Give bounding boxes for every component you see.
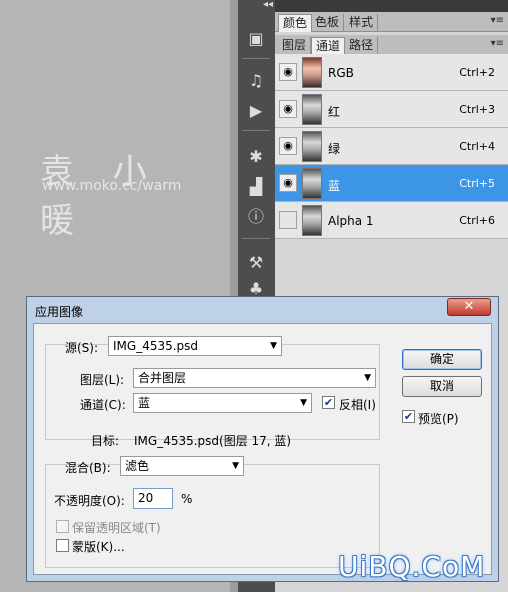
channel-thumbnail bbox=[302, 168, 322, 199]
watermark-url: www.moko.cc/warm bbox=[42, 178, 182, 194]
channel-name: 蓝 bbox=[328, 179, 341, 193]
channel-shortcut: Ctrl+4 bbox=[459, 140, 495, 153]
histogram-icon[interactable]: ▟ bbox=[244, 176, 268, 198]
panel-collapse-bar[interactable]: ◂◂ bbox=[263, 0, 508, 12]
opacity-input[interactable]: 20 bbox=[133, 488, 173, 509]
tab-color[interactable]: 颜色 bbox=[278, 14, 313, 32]
channel-shortcut: Ctrl+2 bbox=[459, 66, 495, 79]
source-value: IMG_4535.psd bbox=[113, 339, 199, 353]
close-button[interactable]: ✕ bbox=[447, 298, 491, 316]
preserve-transparency-checkbox[interactable] bbox=[56, 520, 69, 533]
tab-styles[interactable]: 样式 bbox=[345, 14, 379, 32]
collapse-icon[interactable]: ◂◂ bbox=[263, 0, 273, 10]
channel-row-rgb[interactable]: ◉ RGB Ctrl+2 bbox=[275, 54, 508, 91]
channel-name: RGB bbox=[328, 66, 354, 80]
invert-label: 反相(I) bbox=[339, 398, 376, 412]
blending-select[interactable]: 滤色 ▼ bbox=[120, 456, 244, 476]
channel-row-alpha[interactable]: Alpha 1 Ctrl+6 bbox=[275, 202, 508, 239]
tab-swatches[interactable]: 色板 bbox=[311, 14, 345, 32]
channel-thumbnail bbox=[302, 94, 322, 125]
dialog-body: 源(S): IMG_4535.psd ▼ 图层(L): 合并图层 ▼ 通道(C)… bbox=[33, 323, 492, 575]
layer-label: 图层(L): bbox=[80, 373, 125, 387]
channel-value: 蓝 bbox=[138, 396, 151, 410]
invert-checkbox[interactable]: ✔ bbox=[322, 396, 335, 409]
layer-value: 合并图层 bbox=[138, 371, 187, 385]
brand-watermark: UiBQ.CoM bbox=[338, 550, 486, 583]
channel-row-red[interactable]: ◉ 红 Ctrl+3 bbox=[275, 91, 508, 128]
visibility-eye-icon[interactable]: ◉ bbox=[279, 63, 297, 81]
play-icon[interactable]: ▶ bbox=[244, 100, 268, 122]
mask-label: 蒙版(K)... bbox=[72, 540, 125, 554]
channel-name: 绿 bbox=[328, 142, 341, 156]
dialog-title: 应用图像 bbox=[35, 305, 84, 319]
preview-label: 预览(P) bbox=[418, 412, 459, 426]
channel-shortcut: Ctrl+3 bbox=[459, 103, 495, 116]
cancel-button[interactable]: 取消 bbox=[402, 376, 482, 397]
channel-name: Alpha 1 bbox=[328, 214, 374, 228]
tab-channels[interactable]: 通道 bbox=[311, 37, 346, 55]
tab-layers[interactable]: 图层 bbox=[278, 37, 312, 55]
chevron-down-icon: ▼ bbox=[232, 461, 239, 471]
channels-tabbar: 图层 通道 路径 ▾≡ bbox=[275, 35, 508, 55]
ok-button[interactable]: 确定 bbox=[402, 349, 482, 370]
tab-paths[interactable]: 路径 bbox=[345, 37, 379, 55]
dock-separator bbox=[242, 130, 270, 131]
channel-row-green[interactable]: ◉ 绿 Ctrl+4 bbox=[275, 128, 508, 165]
channel-shortcut: Ctrl+5 bbox=[459, 177, 495, 190]
opacity-label: 不透明度(O): bbox=[54, 494, 125, 508]
blending-label: 混合(B): bbox=[65, 461, 111, 475]
visibility-eye-icon[interactable]: ◉ bbox=[279, 137, 297, 155]
source-select[interactable]: IMG_4535.psd ▼ bbox=[108, 336, 282, 356]
panel-menu-icon[interactable]: ▾≡ bbox=[491, 15, 504, 26]
close-icon: ✕ bbox=[463, 299, 475, 314]
dialog-titlebar[interactable]: 应用图像 ✕ bbox=[27, 297, 498, 323]
visibility-eye-icon[interactable]: ◉ bbox=[279, 100, 297, 118]
panel-menu-icon[interactable]: ▾≡ bbox=[491, 38, 504, 49]
channel-thumbnail bbox=[302, 57, 322, 88]
mask-checkbox[interactable] bbox=[56, 539, 69, 552]
channel-thumbnail bbox=[302, 205, 322, 236]
target-label: 目标: bbox=[91, 434, 120, 448]
visibility-eye-icon[interactable]: ◉ bbox=[279, 174, 297, 192]
blending-value: 滤色 bbox=[125, 459, 150, 473]
channel-thumbnail bbox=[302, 131, 322, 162]
apply-image-dialog: 应用图像 ✕ 源(S): IMG_4535.psd ▼ 图层(L): 合并图层 … bbox=[26, 296, 499, 582]
channel-row-blue[interactable]: ◉ 蓝 Ctrl+5 bbox=[275, 165, 508, 202]
channel-name: 红 bbox=[328, 105, 341, 119]
dock-separator bbox=[242, 58, 270, 59]
layer-select[interactable]: 合并图层 ▼ bbox=[133, 368, 376, 388]
opacity-unit: % bbox=[181, 492, 193, 506]
channel-label: 通道(C): bbox=[80, 398, 126, 412]
chevron-down-icon: ▼ bbox=[270, 341, 277, 351]
source-group bbox=[45, 344, 380, 440]
channel-select[interactable]: 蓝 ▼ bbox=[133, 393, 312, 413]
chevron-down-icon: ▼ bbox=[364, 373, 371, 383]
preserve-transparency-label: 保留透明区域(T) bbox=[72, 521, 161, 535]
dock-separator bbox=[242, 238, 270, 239]
preview-checkbox[interactable]: ✔ bbox=[402, 410, 415, 423]
tool-presets-icon[interactable]: ⚒ bbox=[244, 252, 268, 274]
color-tabbar: 颜色 色板 样式 ▾≡ bbox=[275, 12, 508, 32]
info-icon[interactable]: ⓘ bbox=[244, 206, 268, 228]
visibility-toggle-empty[interactable] bbox=[279, 211, 297, 229]
history-icon[interactable]: ▣ bbox=[244, 28, 268, 50]
actions-icon[interactable]: ♫ bbox=[244, 70, 268, 92]
channel-shortcut: Ctrl+6 bbox=[459, 214, 495, 227]
target-value: IMG_4535.psd(图层 17, 蓝) bbox=[134, 434, 292, 448]
chevron-down-icon: ▼ bbox=[300, 398, 307, 408]
brushes-icon[interactable]: ✱ bbox=[244, 146, 268, 168]
source-label: 源(S): bbox=[65, 341, 99, 355]
